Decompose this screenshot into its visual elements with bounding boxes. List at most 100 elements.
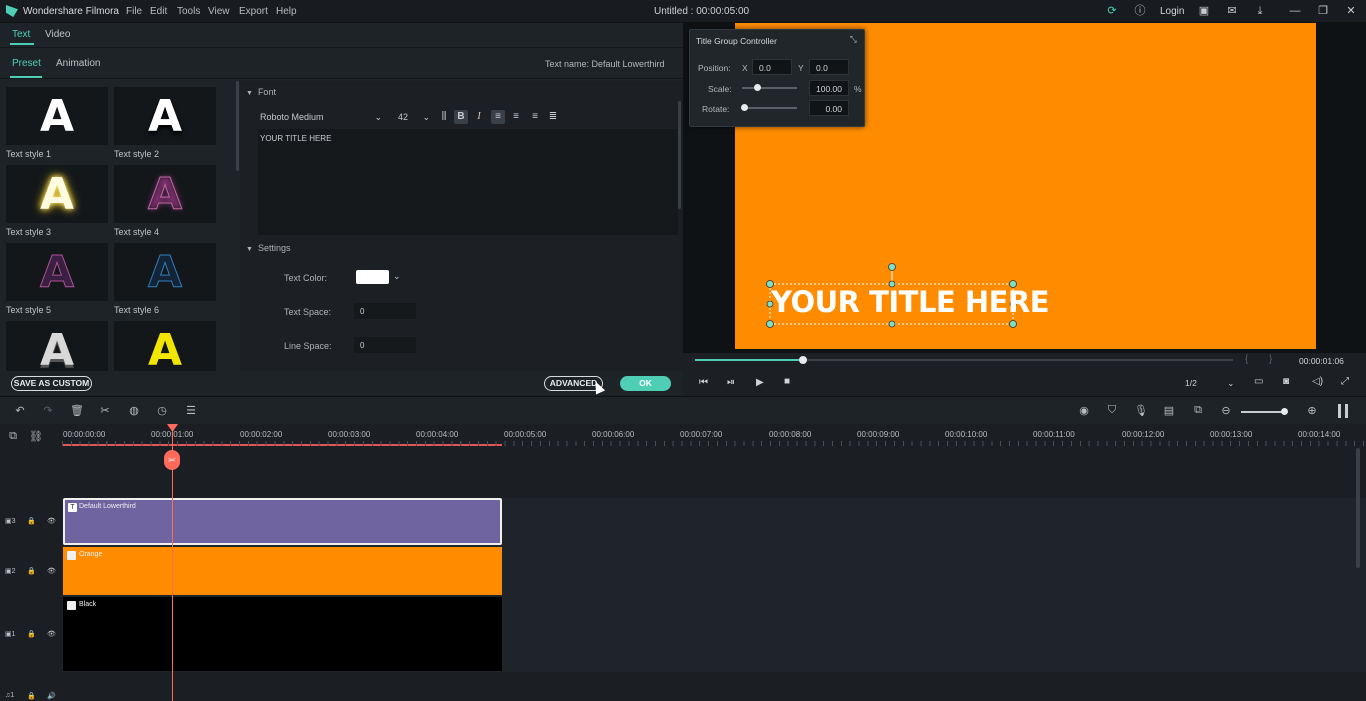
font-family-select[interactable]: Roboto Medium ⌄ bbox=[260, 109, 386, 125]
undo-icon[interactable]: ↶ bbox=[13, 404, 27, 417]
menu-edit[interactable]: Edit bbox=[150, 6, 167, 17]
add-track-icon[interactable]: ⧉ bbox=[6, 430, 20, 443]
text-style-item[interactable]: A Text style 3 bbox=[6, 165, 110, 237]
scissors-icon[interactable]: ✂ bbox=[164, 450, 180, 470]
align-justify-icon[interactable]: ≣ bbox=[546, 110, 560, 124]
menu-help[interactable]: Help bbox=[276, 6, 297, 17]
marker-icon[interactable]: ⛉ bbox=[1105, 404, 1119, 417]
scale-slider-knob[interactable] bbox=[754, 84, 761, 91]
menu-view[interactable]: View bbox=[208, 6, 230, 17]
text-input[interactable]: YOUR TITLE HERE bbox=[258, 129, 678, 235]
save-as-custom-button[interactable]: SAVE AS CUSTOM bbox=[11, 376, 92, 391]
eye-icon[interactable]: 👁 bbox=[47, 517, 56, 525]
mic-icon[interactable]: 🎙 bbox=[1134, 404, 1148, 417]
eye-icon[interactable]: 👁 bbox=[47, 630, 56, 638]
mark-in-icon[interactable]: { bbox=[1245, 354, 1248, 365]
timeline-ruler[interactable]: ⧉ ⛓ 00:00:00:00 00:00:01:00 00:00:02:00 … bbox=[0, 424, 1366, 448]
text-space-field[interactable]: 0 bbox=[354, 303, 416, 319]
minimize-icon[interactable]: — bbox=[1288, 4, 1302, 18]
text-style-item[interactable]: A Text style 4 bbox=[114, 165, 218, 237]
scale-field[interactable]: 100.00 bbox=[809, 80, 849, 96]
tab-animation[interactable]: Animation bbox=[56, 58, 100, 69]
fullscreen-icon[interactable]: ⤢ bbox=[1341, 376, 1349, 387]
collapse-icon[interactable]: ⤡ bbox=[850, 34, 857, 45]
orange-clip[interactable]: Orange bbox=[63, 547, 502, 595]
font-size-select[interactable]: 42 ⌄ bbox=[398, 109, 432, 125]
rotate-slider[interactable] bbox=[742, 107, 797, 109]
settings-section-header[interactable]: ▼ Settings bbox=[246, 243, 290, 253]
text-case-icon[interactable]: ⫼ bbox=[437, 110, 451, 124]
pip-icon[interactable]: ⧉ bbox=[1191, 404, 1205, 417]
chevron-down-icon[interactable]: ⌄ bbox=[393, 271, 401, 282]
font-section-header[interactable]: ▼ Font bbox=[246, 87, 276, 97]
close-icon[interactable]: ✕ bbox=[1344, 4, 1358, 18]
rotate-field[interactable]: 0.00 bbox=[809, 100, 849, 116]
restore-icon[interactable]: ❐ bbox=[1316, 4, 1330, 18]
quality-select[interactable]: 1/2 ⌄ bbox=[1185, 378, 1234, 389]
download-icon[interactable]: ⤓ bbox=[1253, 4, 1267, 18]
adjust-icon[interactable]: ☰ bbox=[184, 404, 198, 417]
text-style-item[interactable]: A Text style 2 bbox=[114, 87, 218, 159]
lock-icon[interactable]: 🔒 bbox=[27, 567, 36, 575]
pause-icon[interactable] bbox=[1338, 404, 1348, 418]
zoom-in-icon[interactable]: ⊕ bbox=[1305, 404, 1319, 417]
delete-icon[interactable]: 🗑 bbox=[70, 404, 84, 417]
snapshot-icon[interactable]: ◙ bbox=[1283, 376, 1289, 387]
menu-tools[interactable]: Tools bbox=[177, 6, 200, 17]
speaker-icon[interactable]: 🔊 bbox=[47, 692, 56, 700]
tab-video[interactable]: Video bbox=[45, 29, 70, 40]
lock-icon[interactable]: 🔒 bbox=[27, 517, 36, 525]
black-clip[interactable]: Black bbox=[63, 597, 502, 671]
align-right-icon[interactable]: ≡ bbox=[528, 110, 542, 124]
align-left-icon[interactable]: ≡ bbox=[491, 110, 505, 124]
italic-icon[interactable]: I bbox=[472, 110, 486, 124]
info-icon[interactable]: ⓘ bbox=[1133, 4, 1147, 18]
volume-icon[interactable]: ◁) bbox=[1312, 376, 1323, 387]
text-style-item[interactable]: A Text style 1 bbox=[6, 87, 110, 159]
stop-icon[interactable]: ■ bbox=[784, 376, 790, 387]
menu-export[interactable]: Export bbox=[239, 6, 268, 17]
text-color-swatch[interactable] bbox=[356, 270, 389, 284]
align-center-icon[interactable]: ≡ bbox=[509, 110, 523, 124]
progress-knob[interactable] bbox=[799, 356, 807, 364]
rotate-slider-knob[interactable] bbox=[741, 104, 748, 111]
bold-icon[interactable]: B bbox=[454, 110, 468, 124]
tab-preset[interactable]: Preset bbox=[12, 58, 41, 69]
play-icon[interactable]: ▶ bbox=[756, 377, 764, 388]
display-icon[interactable]: ▭ bbox=[1254, 376, 1263, 387]
title-clip[interactable]: T Default Lowerthird bbox=[63, 498, 502, 545]
style-scrollbar[interactable] bbox=[236, 81, 239, 171]
color-icon[interactable]: ◍ bbox=[127, 404, 141, 417]
step-back-icon[interactable]: ⏮ bbox=[699, 377, 708, 388]
mixer-icon[interactable]: ▤ bbox=[1162, 404, 1176, 417]
eye-icon[interactable]: 👁 bbox=[47, 567, 56, 575]
tab-text[interactable]: Text bbox=[12, 29, 30, 40]
mark-out-icon[interactable]: } bbox=[1269, 354, 1272, 365]
redo-icon[interactable]: ↷ bbox=[41, 404, 55, 417]
speed-icon[interactable]: ◷ bbox=[155, 404, 169, 417]
cut-icon[interactable]: ✂ bbox=[98, 404, 112, 417]
text-style-item[interactable]: A Text style 5 bbox=[6, 243, 110, 315]
zoom-slider-knob[interactable] bbox=[1281, 408, 1288, 415]
position-x-field[interactable]: 0.0 bbox=[752, 59, 792, 75]
line-space-field[interactable]: 0 bbox=[354, 337, 416, 353]
zoom-out-icon[interactable]: ⊖ bbox=[1219, 404, 1233, 417]
text-style-item[interactable]: A bbox=[114, 321, 218, 371]
props-scrollbar[interactable] bbox=[678, 101, 681, 209]
mail-icon[interactable]: ✉ bbox=[1225, 4, 1239, 18]
sync-icon[interactable]: ⟳ bbox=[1105, 4, 1119, 18]
text-style-item[interactable]: A Text style 6 bbox=[114, 243, 218, 315]
ok-button[interactable]: OK bbox=[620, 376, 671, 391]
text-style-item[interactable]: A bbox=[6, 321, 110, 371]
position-y-field[interactable]: 0.0 bbox=[809, 59, 849, 75]
timeline-scrollbar[interactable] bbox=[1356, 448, 1360, 568]
render-icon[interactable]: ◉ bbox=[1077, 404, 1091, 417]
menu-file[interactable]: File bbox=[126, 6, 142, 17]
login-link[interactable]: Login bbox=[1160, 6, 1184, 17]
link-icon[interactable]: ⛓ bbox=[29, 430, 43, 443]
save-icon[interactable]: ▣ bbox=[1197, 4, 1211, 18]
lock-icon[interactable]: 🔒 bbox=[27, 692, 36, 700]
step-forward-icon[interactable]: ⏯ bbox=[727, 377, 735, 388]
lock-icon[interactable]: 🔒 bbox=[27, 630, 36, 638]
scale-slider[interactable] bbox=[742, 87, 797, 89]
